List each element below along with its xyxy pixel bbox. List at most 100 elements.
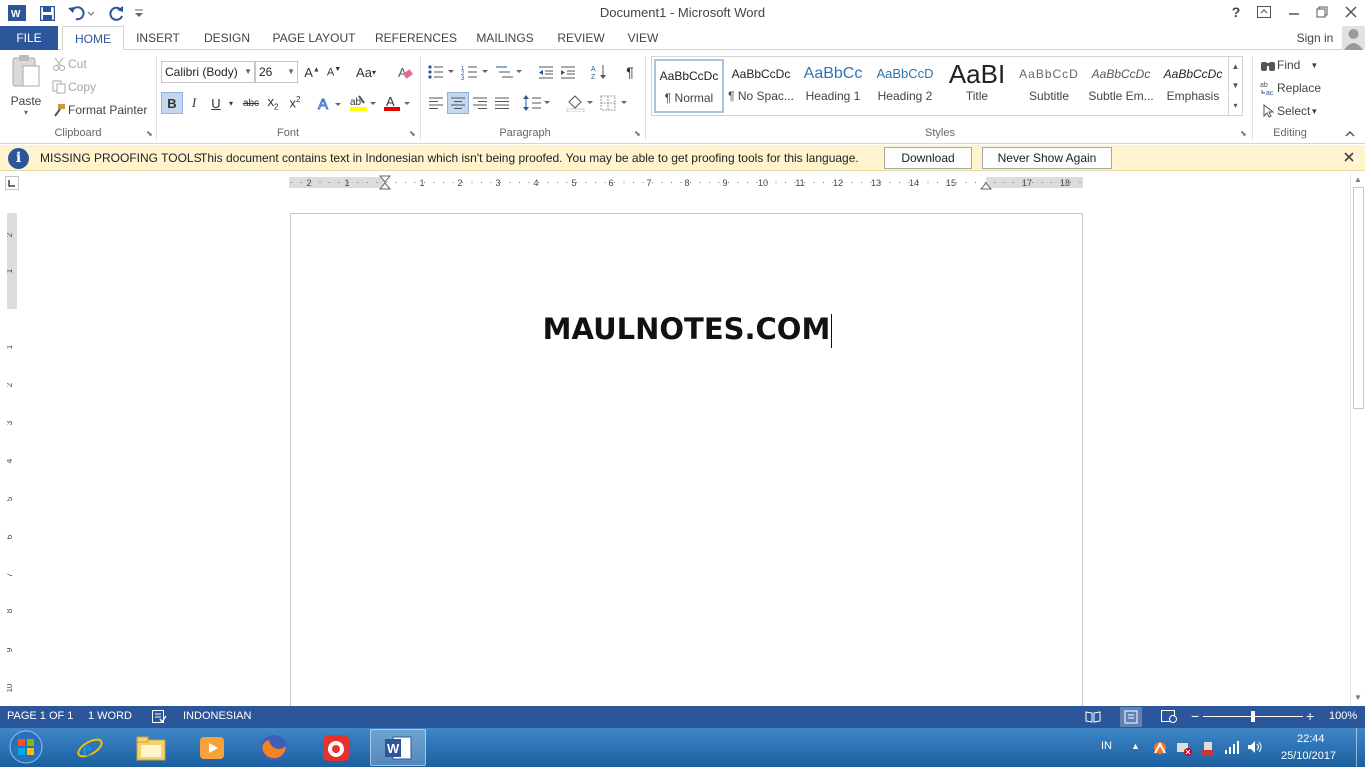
taskbar-app-red[interactable] bbox=[308, 729, 364, 766]
style-heading-1[interactable]: AaBbCc Heading 1 bbox=[798, 59, 868, 113]
justify-button[interactable] bbox=[491, 92, 513, 114]
taskbar-firefox[interactable] bbox=[246, 729, 302, 766]
font-launcher-icon[interactable]: ⬊ bbox=[409, 129, 418, 138]
clock-date[interactable]: 25/10/2017 bbox=[1281, 750, 1336, 762]
document-page[interactable]: MAULNOTES.COM bbox=[290, 213, 1083, 713]
text-effects-button[interactable]: A bbox=[316, 92, 344, 114]
scrollbar-thumb[interactable] bbox=[1353, 187, 1364, 409]
style-normal[interactable]: AaBbCcDc ¶ Normal bbox=[654, 59, 724, 113]
collapse-ribbon-icon[interactable] bbox=[1344, 128, 1358, 140]
increase-indent-button[interactable] bbox=[557, 61, 579, 83]
tab-view[interactable]: VIEW bbox=[622, 26, 664, 50]
sign-in-link[interactable]: Sign in bbox=[1290, 26, 1340, 50]
align-right-button[interactable] bbox=[469, 92, 491, 114]
download-button[interactable]: Download bbox=[884, 147, 972, 169]
style-subtitle[interactable]: AaBbCcD Subtitle bbox=[1014, 59, 1084, 113]
underline-button[interactable]: U bbox=[205, 92, 227, 114]
zoom-slider[interactable] bbox=[1203, 711, 1303, 722]
avast-icon[interactable] bbox=[1152, 740, 1168, 759]
copy-button[interactable]: Copy bbox=[50, 77, 96, 97]
close-icon[interactable] bbox=[1337, 0, 1365, 24]
tab-selector-icon[interactable] bbox=[5, 176, 19, 190]
document-body[interactable]: MAULNOTES.COM bbox=[291, 312, 1084, 348]
multilevel-list-button[interactable] bbox=[494, 61, 524, 83]
zoom-in-icon[interactable]: + bbox=[1306, 708, 1314, 724]
tab-mailings[interactable]: MAILINGS bbox=[470, 26, 540, 50]
grow-font-button[interactable]: A▲ bbox=[301, 61, 323, 83]
font-name-combo[interactable]: Calibri (Body) ▼ bbox=[161, 61, 255, 83]
numbering-button[interactable]: 123 bbox=[460, 61, 490, 83]
bullets-button[interactable] bbox=[426, 61, 456, 83]
clear-formatting-button[interactable]: A bbox=[394, 61, 416, 83]
avatar[interactable] bbox=[1342, 26, 1365, 50]
shrink-font-button[interactable]: A▼ bbox=[323, 61, 345, 83]
word-count[interactable]: 1 WORD bbox=[88, 710, 132, 722]
vertical-ruler[interactable]: 2 1 1 2 3 4 5 6 7 8 9 10 bbox=[5, 213, 17, 703]
restore-icon[interactable] bbox=[1308, 0, 1336, 24]
scroll-down-icon[interactable]: ▼ bbox=[1354, 693, 1362, 702]
web-layout-icon[interactable] bbox=[1161, 710, 1177, 726]
cut-button[interactable]: Cut bbox=[50, 54, 87, 74]
language-indicator[interactable]: INDONESIAN bbox=[183, 710, 251, 722]
select-button[interactable]: Select ▼ bbox=[1259, 101, 1318, 121]
superscript-button[interactable]: x2 bbox=[284, 92, 306, 114]
replace-button[interactable]: ab ac Replace bbox=[1259, 78, 1321, 98]
subscript-button[interactable]: x2 bbox=[262, 92, 284, 114]
tab-review[interactable]: REVIEW bbox=[552, 26, 610, 50]
taskbar-media-player[interactable] bbox=[184, 729, 240, 766]
zoom-out-icon[interactable]: − bbox=[1191, 708, 1199, 724]
bold-button[interactable]: B bbox=[161, 92, 183, 114]
line-spacing-button[interactable] bbox=[522, 92, 552, 114]
paste-button[interactable]: Paste ▾ bbox=[6, 54, 46, 120]
show-hidden-icons-icon[interactable]: ▲ bbox=[1131, 741, 1140, 751]
gallery-more-icon[interactable]: ▾ bbox=[1228, 96, 1242, 116]
vertical-scrollbar[interactable]: ▲ ▼ bbox=[1350, 173, 1365, 706]
borders-button[interactable] bbox=[599, 92, 629, 114]
style-no-spacing[interactable]: AaBbCcDc ¶ No Spac... bbox=[726, 59, 796, 113]
find-button[interactable]: Find ▼ bbox=[1259, 55, 1318, 75]
font-size-combo[interactable]: 26 ▼ bbox=[255, 61, 298, 83]
read-mode-icon[interactable] bbox=[1085, 710, 1101, 726]
align-center-button[interactable] bbox=[447, 92, 469, 114]
styles-launcher-icon[interactable]: ⬊ bbox=[1240, 129, 1249, 138]
minimize-icon[interactable] bbox=[1280, 0, 1308, 24]
taskbar-explorer[interactable] bbox=[123, 729, 179, 766]
clock-time[interactable]: 22:44 bbox=[1297, 733, 1325, 745]
usb-icon[interactable] bbox=[1200, 740, 1216, 759]
gallery-scroll-down-icon[interactable]: ▼ bbox=[1228, 76, 1242, 95]
show-hide-button[interactable]: ¶ bbox=[619, 61, 641, 83]
volume-icon[interactable] bbox=[1247, 739, 1263, 758]
input-language[interactable]: IN bbox=[1101, 740, 1112, 752]
proofing-icon[interactable] bbox=[152, 710, 167, 726]
paragraph-launcher-icon[interactable]: ⬊ bbox=[634, 129, 643, 138]
format-painter-button[interactable]: Format Painter bbox=[50, 100, 147, 120]
start-button[interactable] bbox=[6, 729, 46, 766]
signal-icon[interactable] bbox=[1224, 739, 1240, 758]
font-color-button[interactable]: A bbox=[382, 92, 412, 114]
clipboard-launcher-icon[interactable]: ⬊ bbox=[146, 129, 155, 138]
tab-design[interactable]: DESIGN bbox=[198, 26, 256, 50]
gallery-scroll-up-icon[interactable]: ▲ bbox=[1228, 57, 1242, 76]
change-case-button[interactable]: Aa ▾ bbox=[351, 61, 381, 83]
style-heading-2[interactable]: AaBbCcD Heading 2 bbox=[870, 59, 940, 113]
underline-dropdown[interactable]: ▾ bbox=[225, 92, 237, 114]
close-message-icon[interactable] bbox=[1343, 151, 1357, 165]
scroll-up-icon[interactable]: ▲ bbox=[1354, 175, 1362, 184]
style-emphasis[interactable]: AaBbCcDc Emphasis bbox=[1158, 59, 1228, 113]
decrease-indent-button[interactable] bbox=[535, 61, 557, 83]
sort-button[interactable]: AZ bbox=[589, 61, 611, 83]
align-left-button[interactable] bbox=[425, 92, 447, 114]
strikethrough-button[interactable]: abc bbox=[240, 92, 262, 114]
tab-insert[interactable]: INSERT bbox=[132, 26, 184, 50]
style-title[interactable]: AaBI Title bbox=[942, 59, 1012, 113]
italic-button[interactable]: I bbox=[183, 92, 205, 114]
tab-file[interactable]: FILE bbox=[0, 26, 58, 50]
network-warning-icon[interactable] bbox=[1176, 740, 1192, 759]
tab-home[interactable]: HOME bbox=[62, 26, 124, 51]
zoom-slider-thumb[interactable] bbox=[1251, 711, 1255, 722]
page-count[interactable]: PAGE 1 OF 1 bbox=[7, 710, 73, 722]
show-desktop-button[interactable] bbox=[1356, 728, 1365, 767]
taskbar-ie[interactable]: e bbox=[62, 729, 118, 766]
help-button[interactable]: ? bbox=[1222, 0, 1250, 24]
never-show-again-button[interactable]: Never Show Again bbox=[982, 147, 1112, 169]
